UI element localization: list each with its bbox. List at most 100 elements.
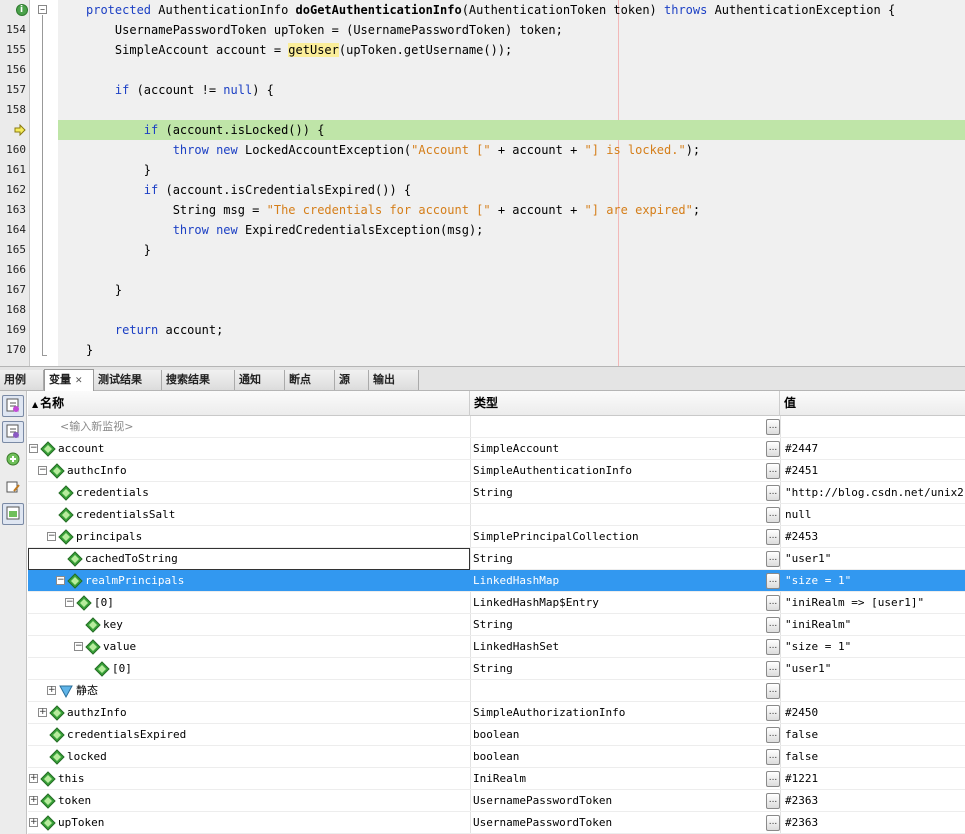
ellipsis-button[interactable]: ... [766, 529, 780, 545]
step-debug-button[interactable] [2, 395, 24, 417]
collapse-icon[interactable]: − [29, 444, 38, 453]
window-button[interactable] [2, 503, 24, 525]
variable-value[interactable]: "user1" [785, 658, 831, 680]
variable-value[interactable]: #2450 [785, 702, 818, 724]
ellipsis-button[interactable]: ... [766, 771, 780, 787]
table-row[interactable]: − authcInfo SimpleAuthenticationInfo... #24… [28, 460, 965, 482]
tab-item[interactable]: 断点 [285, 370, 335, 390]
collapse-icon[interactable]: − [56, 576, 65, 585]
code-line[interactable]: 154 UsernamePasswordToken upToken = (Use… [0, 20, 965, 40]
variable-name-cell[interactable]: − value [28, 636, 470, 658]
expand-icon[interactable]: + [47, 686, 56, 695]
ellipsis-button[interactable]: ... [766, 617, 780, 633]
variable-name-cell[interactable]: locked [28, 746, 470, 768]
ellipsis-button[interactable]: ... [766, 727, 780, 743]
code-line[interactable]: 167 } [0, 280, 965, 300]
variable-name-cell[interactable]: key [28, 614, 470, 636]
ellipsis-button[interactable]: ... [766, 793, 780, 809]
variable-name-cell[interactable]: − realmPrincipals [28, 570, 470, 592]
variable-value[interactable]: #1221 [785, 768, 818, 790]
table-row[interactable]: − principals SimplePrincipalCollection... #… [28, 526, 965, 548]
column-header-value[interactable]: 值 [780, 391, 965, 416]
new-watch-row[interactable]: <输入新监视> ... [28, 416, 965, 438]
expand-icon[interactable]: + [29, 796, 38, 805]
code-line[interactable]: 164 throw new ExpiredCredentialsExceptio… [0, 220, 965, 240]
code-line[interactable]: 169 return account; [0, 320, 965, 340]
table-row[interactable]: − [0] LinkedHashMap$Entry... "iniRealm => [… [28, 592, 965, 614]
code-line[interactable]: 163 String msg = "The credentials for ac… [0, 200, 965, 220]
code-line[interactable]: 166 [0, 260, 965, 280]
table-row[interactable]: − value LinkedHashSet... "size = 1" [28, 636, 965, 658]
expand-icon[interactable]: + [29, 818, 38, 827]
table-row[interactable]: + upToken UsernamePasswordToken... #2363 [28, 812, 965, 834]
variable-value[interactable]: "size = 1" [785, 570, 851, 592]
code-line[interactable]: 156 [0, 60, 965, 80]
variable-name-cell[interactable]: credentialsSalt [28, 504, 470, 526]
tab-item[interactable]: 搜索结果 [162, 370, 235, 390]
new-watch-placeholder[interactable]: <输入新监视> [60, 416, 133, 438]
tab-item[interactable]: 通知 [235, 370, 285, 390]
fold-toggle-icon[interactable]: − [38, 5, 47, 14]
tab-variables[interactable]: 变量 ✕ [44, 369, 94, 391]
ellipsis-button[interactable]: ... [766, 815, 780, 831]
code-line[interactable]: 161 } [0, 160, 965, 180]
ellipsis-button[interactable]: ... [766, 639, 780, 655]
code-line[interactable]: 165 } [0, 240, 965, 260]
variable-name-cell[interactable]: − [0] [28, 592, 470, 614]
variable-name-cell[interactable]: − account [28, 438, 470, 460]
add-watch-button[interactable] [2, 449, 24, 471]
ellipsis-button[interactable]: ... [766, 683, 780, 699]
column-header-name[interactable]: ▲ 名称 [28, 391, 470, 416]
ellipsis-button[interactable]: ... [766, 507, 780, 523]
ellipsis-button[interactable]: ... [766, 705, 780, 721]
table-row[interactable]: key String... "iniRealm" [28, 614, 965, 636]
tab-item[interactable]: 源 [335, 370, 369, 390]
ellipsis-button[interactable]: ... [766, 573, 780, 589]
variable-name-cell[interactable]: − authcInfo [28, 460, 470, 482]
ellipsis-button[interactable]: ... [766, 661, 780, 677]
tab-item[interactable]: 测试结果 [94, 370, 162, 390]
collapse-icon[interactable]: − [74, 642, 83, 651]
code-line[interactable]: 170} [0, 340, 965, 360]
code-line[interactable]: 158 [0, 100, 965, 120]
table-row[interactable]: + authzInfo SimpleAuthorizationInfo... #245… [28, 702, 965, 724]
variables-table[interactable]: ▲ 名称 类型 值 <输入新监视> ... − account SimpleAccou… [28, 391, 965, 834]
close-icon[interactable]: ✕ [75, 376, 83, 386]
code-line[interactable]: 162 if (account.isCredentialsExpired()) … [0, 180, 965, 200]
table-row[interactable]: + this IniRealm... #1221 [28, 768, 965, 790]
variable-name-cell[interactable]: credentials [28, 482, 470, 504]
column-header-type[interactable]: 类型 [470, 391, 780, 416]
edit-watch-button[interactable] [2, 477, 24, 499]
variable-value[interactable]: #2447 [785, 438, 818, 460]
variable-value[interactable]: #2363 [785, 790, 818, 812]
table-row[interactable]: cachedToString String... "user1" [28, 548, 965, 570]
variable-name-cell[interactable]: credentialsExpired [28, 724, 470, 746]
table-row[interactable]: [0] String... "user1" [28, 658, 965, 680]
ellipsis-button[interactable]: ... [766, 419, 780, 435]
variable-name-cell[interactable]: [0] [28, 658, 470, 680]
collapse-icon[interactable]: − [38, 466, 47, 475]
variable-name-cell[interactable]: cachedToString [28, 548, 470, 570]
collapse-icon[interactable]: − [65, 598, 74, 607]
tab-item[interactable]: 用例 [0, 370, 44, 390]
variable-value[interactable]: #2363 [785, 812, 818, 834]
expand-icon[interactable]: + [38, 708, 47, 717]
variable-name-cell[interactable]: + upToken [28, 812, 470, 834]
variable-value[interactable]: "size = 1" [785, 636, 851, 658]
variable-value[interactable]: #2453 [785, 526, 818, 548]
code-line[interactable]: 160 throw new LockedAccountException("Ac… [0, 140, 965, 160]
ellipsis-button[interactable]: ... [766, 441, 780, 457]
code-line[interactable]: if (account.isLocked()) { [0, 120, 965, 140]
table-row[interactable]: + token UsernamePasswordToken... #2363 [28, 790, 965, 812]
code-line[interactable]: 168 [0, 300, 965, 320]
variable-name-cell[interactable]: + this [28, 768, 470, 790]
expand-icon[interactable]: + [29, 774, 38, 783]
table-row[interactable]: credentialsSalt... null [28, 504, 965, 526]
collapse-icon[interactable]: − [47, 532, 56, 541]
code-line[interactable]: 155 SimpleAccount account = getUser(upTo… [0, 40, 965, 60]
table-row[interactable]: + 静态... [28, 680, 965, 702]
variable-name-cell[interactable]: + 静态 [28, 680, 470, 702]
variable-name-cell[interactable]: + authzInfo [28, 702, 470, 724]
method-override-icon[interactable]: i [16, 4, 28, 16]
variable-value[interactable]: false [785, 746, 818, 768]
